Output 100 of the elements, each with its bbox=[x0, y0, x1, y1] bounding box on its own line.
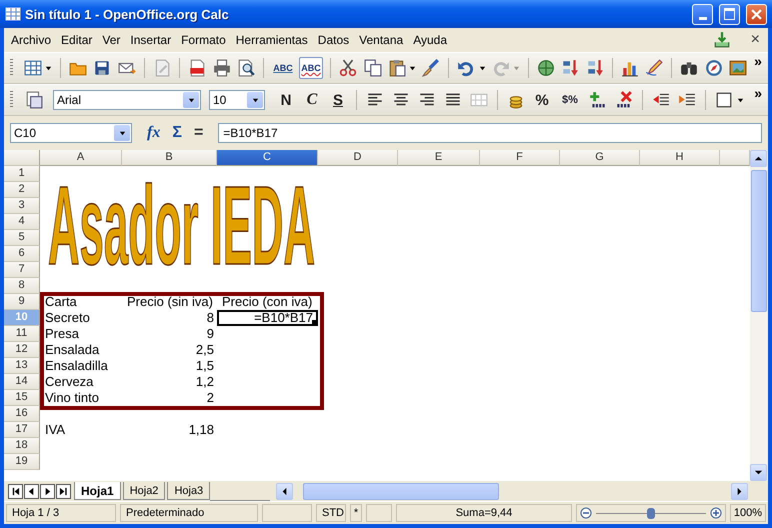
name-box[interactable]: C10 bbox=[10, 123, 132, 143]
next-sheet-button[interactable] bbox=[40, 484, 55, 498]
font-size-combo[interactable]: 10 bbox=[209, 90, 265, 110]
scroll-up-button[interactable] bbox=[750, 150, 767, 167]
last-arrow-icon[interactable] bbox=[59, 486, 68, 496]
menu-item[interactable]: Ver bbox=[97, 31, 126, 49]
row-header[interactable]: 5 bbox=[4, 230, 40, 246]
paintbrush-icon[interactable] bbox=[420, 57, 442, 79]
row-header[interactable]: 14 bbox=[4, 374, 40, 390]
copy-icon[interactable] bbox=[362, 57, 383, 79]
row-header[interactable]: 6 bbox=[4, 246, 40, 262]
menu-item[interactable]: Datos bbox=[312, 31, 354, 49]
up-arrow-icon[interactable] bbox=[754, 154, 763, 163]
right-arrow-icon[interactable] bbox=[43, 486, 52, 496]
spellcheck-button[interactable]: ABC bbox=[270, 57, 295, 79]
percent-button[interactable]: % bbox=[531, 89, 553, 111]
caret-icon[interactable] bbox=[45, 64, 52, 72]
close-icon[interactable] bbox=[751, 8, 762, 20]
menu-item[interactable]: Ayuda bbox=[408, 31, 452, 49]
maximize-button[interactable] bbox=[719, 4, 740, 24]
row-header[interactable]: 15 bbox=[4, 390, 40, 406]
left-arrow-icon[interactable] bbox=[27, 486, 36, 496]
row-header[interactable]: 2 bbox=[4, 182, 40, 198]
row-header[interactable]: 1 bbox=[4, 166, 40, 182]
row-header[interactable]: 19 bbox=[4, 454, 40, 470]
close-button[interactable] bbox=[746, 4, 767, 24]
row-header[interactable]: 9 bbox=[4, 294, 40, 310]
sheet-tab[interactable]: Hoja3 bbox=[167, 482, 210, 500]
autospellcheck-button[interactable]: ABC bbox=[298, 57, 324, 79]
compass-icon[interactable] bbox=[703, 57, 724, 79]
column-header[interactable]: F bbox=[480, 150, 560, 166]
minimize-button[interactable] bbox=[692, 4, 713, 24]
table-cell-text: 8 bbox=[206, 310, 215, 326]
sum-button[interactable]: Σ bbox=[169, 124, 185, 142]
row-header[interactable]: 18 bbox=[4, 438, 40, 454]
column-header[interactable]: E bbox=[398, 150, 480, 166]
row-header[interactable]: 8 bbox=[4, 278, 40, 294]
menu-item[interactable]: Herramientas bbox=[230, 31, 313, 49]
font-name-combo[interactable]: Arial bbox=[53, 90, 201, 110]
down-arrow-icon[interactable] bbox=[754, 468, 763, 477]
menu-item[interactable]: Insertar bbox=[125, 31, 176, 49]
caret-icon[interactable] bbox=[478, 64, 486, 72]
print-preview-icon[interactable] bbox=[236, 57, 256, 79]
globe-icon[interactable] bbox=[536, 57, 556, 79]
column-header[interactable]: A bbox=[40, 150, 122, 166]
scrollbar-thumb[interactable] bbox=[303, 482, 500, 500]
right-arrow-icon[interactable] bbox=[735, 486, 744, 496]
row-header[interactable]: 17 bbox=[4, 422, 40, 438]
caret-icon[interactable] bbox=[408, 64, 416, 72]
last-sheet-button[interactable] bbox=[56, 484, 71, 498]
row-header[interactable]: 12 bbox=[4, 342, 40, 358]
zoom-out-icon[interactable] bbox=[580, 507, 592, 519]
left-arrow-icon[interactable] bbox=[280, 486, 290, 496]
first-sheet-button[interactable] bbox=[8, 484, 23, 498]
function-wizard-button[interactable]: fx bbox=[144, 124, 164, 142]
toolbar-grip[interactable] bbox=[10, 59, 13, 77]
formula-input[interactable]: =B10*B17 bbox=[218, 123, 762, 143]
toolbar-overflow-button[interactable]: » bbox=[750, 85, 766, 101]
caret-icon[interactable] bbox=[737, 96, 744, 104]
download-arrow-icon[interactable] bbox=[712, 31, 731, 49]
first-arrow-icon[interactable] bbox=[11, 486, 20, 496]
column-header[interactable]: D bbox=[318, 150, 398, 166]
clipboard-icon[interactable] bbox=[386, 57, 407, 79]
scroll-down-button[interactable] bbox=[750, 464, 767, 481]
row-header[interactable]: 16 bbox=[4, 406, 40, 422]
toolbar-overflow-button[interactable]: » bbox=[750, 53, 766, 69]
zoom-in-icon[interactable] bbox=[710, 507, 722, 519]
row-header[interactable]: 11 bbox=[4, 326, 40, 342]
close-document-button[interactable]: × bbox=[744, 31, 766, 49]
caret-icon[interactable] bbox=[118, 130, 126, 136]
scroll-right-button[interactable] bbox=[731, 482, 748, 500]
sheet-tab[interactable]: Hoja2 bbox=[122, 482, 166, 500]
currency-format-button[interactable]: $% bbox=[557, 89, 583, 111]
row-header[interactable]: 13 bbox=[4, 358, 40, 374]
column-header[interactable]: H bbox=[640, 150, 720, 166]
caret-icon[interactable] bbox=[252, 96, 258, 104]
column-header[interactable]: B bbox=[122, 150, 217, 166]
printer-icon[interactable] bbox=[211, 57, 232, 79]
scrollbar-thumb[interactable] bbox=[751, 170, 767, 312]
row-header[interactable]: 4 bbox=[4, 214, 40, 230]
previous-sheet-button[interactable] bbox=[24, 484, 39, 498]
caret-icon[interactable] bbox=[188, 96, 194, 104]
column-header[interactable]: C bbox=[217, 150, 318, 166]
toolbar-grip[interactable] bbox=[10, 91, 13, 109]
underline-button[interactable]: S bbox=[327, 89, 349, 111]
column-header[interactable]: G bbox=[560, 150, 640, 166]
row-header[interactable]: 3 bbox=[4, 198, 40, 214]
menu-item[interactable]: Editar bbox=[56, 31, 98, 49]
row-header[interactable]: 7 bbox=[4, 262, 40, 278]
scroll-left-button[interactable] bbox=[276, 482, 294, 500]
menu-item[interactable]: Formato bbox=[176, 31, 231, 49]
italic-button[interactable]: C bbox=[301, 89, 323, 111]
menu-item[interactable]: Archivo bbox=[6, 31, 56, 49]
formula-button[interactable]: = bbox=[190, 124, 206, 142]
bold-button[interactable]: N bbox=[275, 89, 297, 111]
sheet-tab[interactable]: Hoja1 bbox=[74, 482, 121, 500]
menu-item[interactable]: Ventana bbox=[354, 31, 408, 49]
page-style-label: Predeterminado bbox=[120, 504, 258, 522]
zoom-slider-thumb[interactable] bbox=[647, 508, 655, 518]
scissors-icon[interactable] bbox=[338, 57, 358, 79]
